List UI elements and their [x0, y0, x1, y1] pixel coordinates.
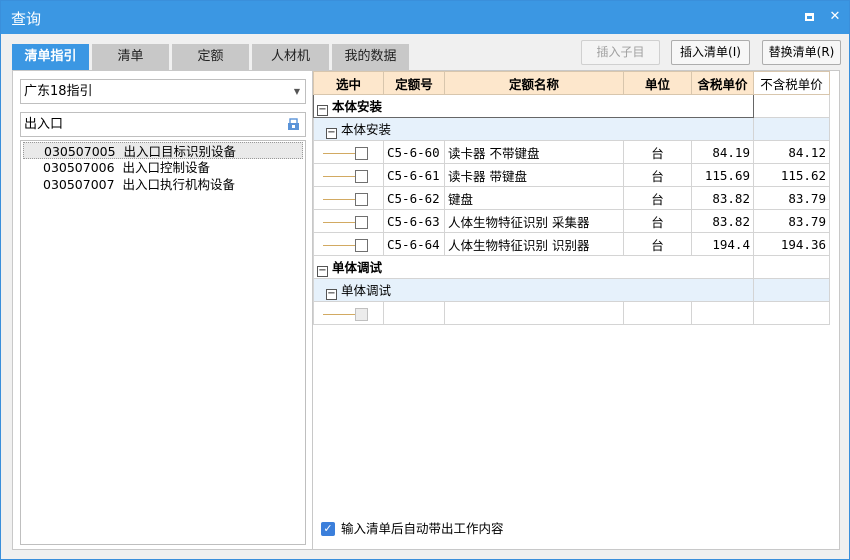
- close-icon[interactable]: ✕: [827, 9, 843, 25]
- row-checkbox[interactable]: [355, 192, 368, 206]
- check-icon[interactable]: ✓: [321, 522, 335, 536]
- list-item-code: 030507005: [44, 144, 116, 159]
- col-price-tax-header[interactable]: 含税单价: [691, 71, 754, 95]
- quota-code: C5-6-61: [383, 163, 445, 187]
- quota-name: 读卡器 带键盘: [444, 163, 624, 187]
- price-without-tax: 83.79: [753, 186, 830, 210]
- price-with-tax: 115.69: [691, 163, 754, 187]
- quota-name: 人体生物特征识别 采集器: [444, 209, 624, 233]
- list-item-name: 出入口目标识别设备: [123, 144, 237, 159]
- col-name-header[interactable]: 定额名称: [444, 71, 624, 95]
- table-row[interactable]: C5-6-64 人体生物特征识别 识别器 台 194.4 194.36: [313, 232, 830, 256]
- price-without-tax: 84.12: [753, 140, 830, 164]
- row-checkbox: [355, 307, 368, 321]
- quota-unit: 台: [623, 140, 692, 164]
- row-checkbox[interactable]: [355, 146, 368, 160]
- price-with-tax: 194.4: [691, 232, 754, 256]
- replace-bill-button[interactable]: 替换清单(R): [762, 40, 841, 65]
- collapse-icon[interactable]: −: [317, 105, 328, 116]
- quota-grid-panel: 选中 定额号 定额名称 单位 含税单价 不含税单价 − 本体安装 − 本体安装 C5…: [312, 70, 840, 550]
- list-item[interactable]: 030507006 出入口控制设备: [23, 159, 303, 176]
- row-checkbox[interactable]: [355, 169, 368, 183]
- list-item-code: 030507006: [43, 160, 115, 175]
- price-without-tax: 115.62: [753, 163, 830, 187]
- list-item-name: 出入口控制设备: [122, 160, 211, 175]
- tab-quota[interactable]: 定额: [172, 44, 249, 70]
- guide-select[interactable]: 广东18指引 ▼: [20, 79, 306, 104]
- price-without-tax: 83.79: [753, 209, 830, 233]
- subgroup-label: 本体安装: [341, 122, 392, 137]
- quota-name: 键盘: [444, 186, 624, 210]
- list-item[interactable]: 030507007 出入口执行机构设备: [23, 176, 303, 193]
- maximize-icon[interactable]: [802, 9, 818, 25]
- query-dialog: 查询 ✕ 清单指引 清单 定额 人材机 我的数据 插入子目 插入清单(I) 替换…: [0, 0, 850, 560]
- tab-bill[interactable]: 清单: [92, 44, 169, 70]
- search-input-value: 出入口: [24, 117, 64, 132]
- left-panel: 广东18指引 ▼ 出入口 030507005 出入口目标识别设备 0305070…: [12, 70, 314, 550]
- tab-bill-guide[interactable]: 清单指引: [12, 44, 89, 70]
- row-checkbox[interactable]: [355, 215, 368, 229]
- quota-name: 人体生物特征识别 识别器: [444, 232, 624, 256]
- title-bar: 查询 ✕: [1, 1, 849, 34]
- col-code-header[interactable]: 定额号: [383, 71, 445, 95]
- group-label: 本体安装: [332, 99, 383, 114]
- window-title: 查询: [11, 10, 42, 28]
- quota-code: C5-6-64: [383, 232, 445, 256]
- group-row-debug[interactable]: − 单体调试: [313, 255, 830, 279]
- list-item-name: 出入口执行机构设备: [122, 177, 236, 192]
- subgroup-row-install[interactable]: − 本体安装: [313, 117, 830, 141]
- quota-unit: 台: [623, 163, 692, 187]
- quota-code: C5-6-60: [383, 140, 445, 164]
- grid-header-row: 选中 定额号 定额名称 单位 含税单价 不含税单价: [313, 71, 830, 95]
- bill-list: 030507005 出入口目标识别设备 030507006 出入口控制设备 03…: [20, 140, 306, 545]
- table-row[interactable]: [313, 301, 830, 325]
- quota-grid: 选中 定额号 定额名称 单位 含税单价 不含税单价 − 本体安装 − 本体安装 C5…: [313, 71, 830, 325]
- col-price-header[interactable]: 不含税单价: [753, 71, 830, 95]
- search-input[interactable]: 出入口: [20, 112, 306, 137]
- quota-code: C5-6-63: [383, 209, 445, 233]
- search-icon[interactable]: [287, 118, 300, 131]
- subgroup-label: 单体调试: [341, 283, 392, 298]
- table-row[interactable]: C5-6-63 人体生物特征识别 采集器 台 83.82 83.79: [313, 209, 830, 233]
- quota-unit: 台: [623, 209, 692, 233]
- price-without-tax: 194.36: [753, 232, 830, 256]
- quota-code: C5-6-62: [383, 186, 445, 210]
- list-item[interactable]: 030507005 出入口目标识别设备: [23, 142, 303, 159]
- group-row-install[interactable]: − 本体安装: [313, 94, 830, 118]
- collapse-icon[interactable]: −: [317, 266, 328, 277]
- subgroup-row-debug[interactable]: − 单体调试: [313, 278, 830, 302]
- price-with-tax: 83.82: [691, 186, 754, 210]
- col-unit-header[interactable]: 单位: [623, 71, 692, 95]
- table-row[interactable]: C5-6-62 键盘 台 83.82 83.79: [313, 186, 830, 210]
- list-item-code: 030507007: [43, 177, 115, 192]
- guide-select-value: 广东18指引: [24, 84, 93, 99]
- insert-bill-button[interactable]: 插入清单(I): [671, 40, 750, 65]
- col-select-header[interactable]: 选中: [313, 71, 384, 95]
- chevron-down-icon[interactable]: ▼: [294, 80, 300, 103]
- insert-child-button[interactable]: 插入子目: [581, 40, 660, 65]
- tab-my-data[interactable]: 我的数据: [332, 44, 409, 70]
- table-row[interactable]: C5-6-60 读卡器 不带键盘 台 84.19 84.12: [313, 140, 830, 164]
- row-checkbox[interactable]: [355, 238, 368, 252]
- quota-name: 读卡器 不带键盘: [444, 140, 624, 164]
- price-with-tax: 84.19: [691, 140, 754, 164]
- tab-materials[interactable]: 人材机: [252, 44, 329, 70]
- collapse-icon[interactable]: −: [326, 289, 337, 300]
- price-with-tax: 83.82: [691, 209, 754, 233]
- quota-unit: 台: [623, 232, 692, 256]
- group-label: 单体调试: [332, 260, 383, 275]
- table-row[interactable]: C5-6-61 读卡器 带键盘 台 115.69 115.62: [313, 163, 830, 187]
- auto-content-label: 输入清单后自动带出工作内容: [341, 521, 504, 536]
- quota-unit: 台: [623, 186, 692, 210]
- collapse-icon[interactable]: −: [326, 128, 337, 139]
